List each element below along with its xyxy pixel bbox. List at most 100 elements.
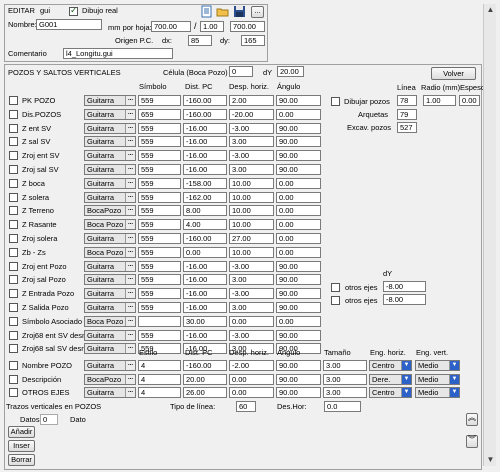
row-symbol-field[interactable]: 559 <box>138 302 181 313</box>
row-layer-combo[interactable]: Guitarra... <box>84 150 136 161</box>
row-angulo-field[interactable]: 0.00 <box>276 192 321 203</box>
row-dist-field[interactable]: 0.00 <box>183 247 227 258</box>
scroll-down-icon[interactable]: ▼ <box>485 454 496 465</box>
row-angulo-field[interactable]: 90.00 <box>276 150 321 161</box>
row-symbol-field[interactable]: 659 <box>138 109 181 120</box>
ellipsis-icon[interactable]: ... <box>125 206 135 215</box>
row-checkbox[interactable] <box>9 234 18 243</box>
row-angulo-field[interactable]: 90.00 <box>276 330 321 341</box>
row-layer-combo[interactable]: Guitarra... <box>84 233 136 244</box>
row-desp-field[interactable]: 3.00 <box>229 274 274 285</box>
row-layer-combo[interactable]: BocaPozo... <box>84 205 136 216</box>
row-symbol-field[interactable]: 559 <box>138 192 181 203</box>
chevron-down-icon[interactable]: ▼ <box>401 388 411 397</box>
row-symbol-field[interactable]: 559 <box>138 261 181 272</box>
row-dist-field[interactable]: -160.00 <box>183 95 227 106</box>
excav-field[interactable]: 527 <box>397 122 417 133</box>
row-dist-field[interactable]: -16.00 <box>183 123 227 134</box>
row-layer-combo[interactable]: Guitarra... <box>84 178 136 189</box>
row-dist-field[interactable]: 30.00 <box>183 316 227 327</box>
row-desp-field[interactable]: -3.00 <box>229 150 274 161</box>
row-desp-field[interactable]: -3.00 <box>229 261 274 272</box>
row-checkbox[interactable] <box>9 248 18 257</box>
row-checkbox[interactable] <box>9 206 18 215</box>
ellipsis-icon[interactable]: ... <box>125 96 135 105</box>
row-checkbox[interactable] <box>9 151 18 160</box>
row-dist-field[interactable]: -158.00 <box>183 178 227 189</box>
page-icon[interactable] <box>200 5 213 18</box>
row-angulo-field[interactable]: 0.00 <box>276 316 321 327</box>
ellipsis-icon[interactable]: ... <box>125 124 135 133</box>
row-desp-field[interactable]: -20.00 <box>229 109 274 120</box>
row-dist-field[interactable]: -160.00 <box>183 109 227 120</box>
row-checkbox[interactable] <box>9 165 18 174</box>
row-layer-combo[interactable]: Guitarra... <box>84 274 136 285</box>
row-desp-field[interactable]: 0.00 <box>229 316 274 327</box>
row-angulo-field[interactable]: 0.00 <box>276 233 321 244</box>
row-checkbox[interactable] <box>9 275 18 284</box>
row-checkbox[interactable] <box>9 220 18 229</box>
nombre-field[interactable]: G001 <box>36 19 102 30</box>
ellipsis-icon[interactable]: ... <box>125 317 135 326</box>
page-down-icon[interactable]: ︾ <box>466 435 478 448</box>
borrar-button[interactable]: Borrar <box>8 454 35 466</box>
row-checkbox[interactable] <box>9 124 18 133</box>
mm-hoja-field[interactable]: 700.00 <box>151 21 191 32</box>
row-checkbox[interactable] <box>9 262 18 271</box>
row-symbol-field[interactable] <box>138 316 181 327</box>
row-layer-combo[interactable]: Boca Pozo... <box>84 316 136 327</box>
volver-button[interactable]: Volver <box>431 67 476 80</box>
row-desp-field[interactable]: -3.00 <box>229 123 274 134</box>
row-symbol-field[interactable]: 559 <box>138 123 181 134</box>
row-dist-field[interactable]: 4.00 <box>183 219 227 230</box>
otros-ejes-2-field[interactable]: -8.00 <box>383 294 426 305</box>
row-symbol-field[interactable]: 559 <box>138 178 181 189</box>
row-layer-combo[interactable]: Guitarra... <box>84 192 136 203</box>
name-row-dist-field[interactable]: -160.00 <box>183 360 227 371</box>
ellipsis-icon[interactable]: ... <box>125 388 135 397</box>
ellipsis-icon[interactable]: ... <box>125 361 135 370</box>
name-row-tamano-field[interactable]: 3.00 <box>323 387 367 398</box>
ellipsis-icon[interactable]: ... <box>125 137 135 146</box>
ellipsis-icon[interactable]: ... <box>125 234 135 243</box>
row-desp-field[interactable]: 3.00 <box>229 136 274 147</box>
row-angulo-field[interactable]: 90.00 <box>276 302 321 313</box>
row-desp-field[interactable]: 10.00 <box>229 192 274 203</box>
row-angulo-field[interactable]: 90.00 <box>276 288 321 299</box>
row-angulo-field[interactable]: 90.00 <box>276 164 321 175</box>
row-layer-combo[interactable]: Guitarra... <box>84 109 136 120</box>
row-angulo-field[interactable]: 90.00 <box>276 136 321 147</box>
row-angulo-field[interactable]: 90.00 <box>276 95 321 106</box>
chevron-down-icon[interactable]: ▼ <box>401 375 411 384</box>
row-symbol-field[interactable]: 559 <box>138 330 181 341</box>
row-symbol-field[interactable]: 559 <box>138 136 181 147</box>
row-checkbox[interactable] <box>9 179 18 188</box>
dibujo-real-checkbox[interactable] <box>69 5 78 16</box>
row-desp-field[interactable]: 10.00 <box>229 178 274 189</box>
row-desp-field[interactable]: 3.00 <box>229 164 274 175</box>
row-symbol-field[interactable]: 559 <box>138 205 181 216</box>
ellipsis-icon[interactable]: ... <box>125 344 135 353</box>
espesor-field[interactable]: 0.00 <box>459 95 480 106</box>
row-dist-field[interactable]: -16.00 <box>183 274 227 285</box>
name-row-tamano-field[interactable]: 3.00 <box>323 360 367 371</box>
ellipsis-icon[interactable]: ... <box>125 151 135 160</box>
chevron-down-icon[interactable]: ▼ <box>449 361 459 370</box>
row-layer-combo[interactable]: Guitarra... <box>84 261 136 272</box>
scroll-up-icon[interactable]: ▲ <box>485 4 496 15</box>
name-row-layer-combo[interactable]: Guitarra... <box>84 387 136 398</box>
name-row-dist-field[interactable]: 26.00 <box>183 387 227 398</box>
name-row-estilo-field[interactable]: 4 <box>138 374 181 385</box>
row-layer-combo[interactable]: Guitarra... <box>84 343 136 354</box>
name-row-dist-field[interactable]: 20.00 <box>183 374 227 385</box>
row-checkbox[interactable] <box>9 331 18 340</box>
row-layer-combo[interactable]: Boca Pozo... <box>84 219 136 230</box>
name-row-estilo-field[interactable]: 4 <box>138 387 181 398</box>
row-layer-combo[interactable]: Guitarra... <box>84 123 136 134</box>
dy-field[interactable]: 165 <box>241 35 265 46</box>
vertical-scrollbar[interactable]: ▲ ▼ <box>483 4 496 466</box>
row-desp-field[interactable]: 3.00 <box>229 302 274 313</box>
name-row-eng-v-select[interactable]: Medio ▼ <box>415 387 460 398</box>
row-desp-field[interactable]: 27.00 <box>229 233 274 244</box>
save-icon[interactable] <box>233 5 246 18</box>
